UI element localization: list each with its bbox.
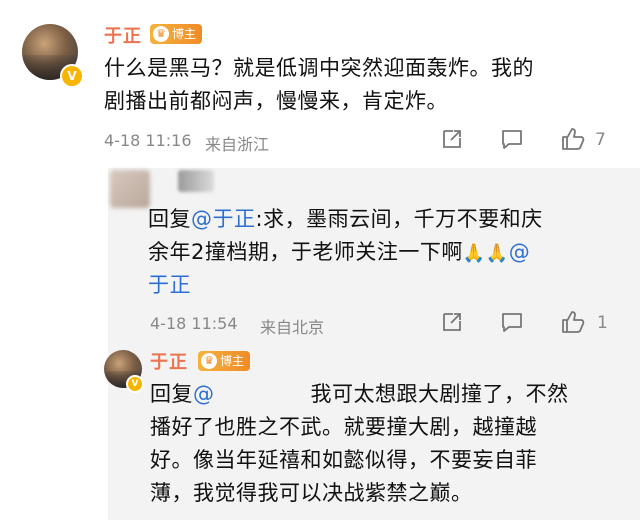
comment-time: 4-18 11:16 bbox=[104, 131, 192, 150]
blogger-badge: ♛ 博主 bbox=[150, 24, 203, 44]
mention-link[interactable]: @ bbox=[509, 240, 531, 264]
crown-icon: ♛ bbox=[153, 26, 169, 42]
reply-text: 余年2撞档期，于老师关注一下啊 bbox=[148, 240, 463, 264]
comment-text-line: 什么是黑马？就是低调中突然迎面轰炸。我的 bbox=[104, 56, 534, 80]
reply-text-line: 余年2撞档期，于老师关注一下啊🙏🙏@ bbox=[148, 236, 530, 270]
verified-icon: V bbox=[60, 64, 84, 88]
like-icon[interactable] bbox=[560, 126, 586, 152]
reply-text-line: 回复@ 我可太想跟大剧撞了，不然 bbox=[150, 378, 569, 411]
mention-link[interactable]: @于正 bbox=[191, 207, 256, 231]
reply-avatar[interactable] bbox=[110, 170, 150, 208]
blogger-badge: ♛ 博主 bbox=[198, 351, 251, 371]
like-count: 7 bbox=[595, 130, 606, 150]
redacted-username bbox=[214, 383, 311, 407]
reply-text-line: 好。像当年延禧和如懿似得，不要妄自菲 bbox=[150, 448, 537, 472]
username[interactable]: 于正 bbox=[150, 348, 188, 374]
comment-icon[interactable] bbox=[500, 310, 524, 334]
share-icon[interactable] bbox=[440, 127, 464, 151]
username[interactable]: 于正 bbox=[104, 22, 142, 48]
mention-link[interactable]: 于正 bbox=[148, 269, 191, 302]
emoji: 🙏🙏 bbox=[462, 243, 509, 264]
reply-text: 我可太想跟大剧撞了，不然 bbox=[310, 382, 569, 406]
like-icon[interactable] bbox=[560, 309, 586, 335]
reply-username[interactable] bbox=[178, 170, 214, 192]
blogger-badge-label: 博主 bbox=[172, 27, 197, 41]
share-icon[interactable] bbox=[440, 310, 464, 334]
reply-text: :求，墨雨云间，千万不要和庆 bbox=[255, 207, 543, 231]
comment-icon[interactable] bbox=[500, 127, 524, 151]
reply-location: 来自北京 bbox=[260, 318, 325, 337]
reply-time: 4-18 11:54 bbox=[150, 314, 238, 333]
reply-text-line: 回复@于正:求，墨雨云间，千万不要和庆 bbox=[148, 203, 543, 236]
comment-location: 来自浙江 bbox=[205, 135, 270, 154]
blogger-badge-label: 博主 bbox=[220, 354, 245, 368]
comment-text-line: 剧播出前都闷声，慢慢来，肯定炸。 bbox=[104, 89, 448, 113]
verified-icon: V bbox=[126, 375, 144, 393]
mention-link[interactable]: @ bbox=[193, 382, 215, 406]
crown-icon: ♛ bbox=[201, 353, 217, 369]
reply-prefix: 回复 bbox=[148, 207, 191, 231]
reply-text-line: 播好了也胜之不武。就要撞大剧，越撞越 bbox=[150, 415, 537, 439]
like-count: 1 bbox=[597, 313, 608, 333]
reply-prefix: 回复 bbox=[150, 382, 193, 406]
reply-text-line: 薄，我觉得我可以决战紫禁之巅。 bbox=[150, 481, 473, 505]
